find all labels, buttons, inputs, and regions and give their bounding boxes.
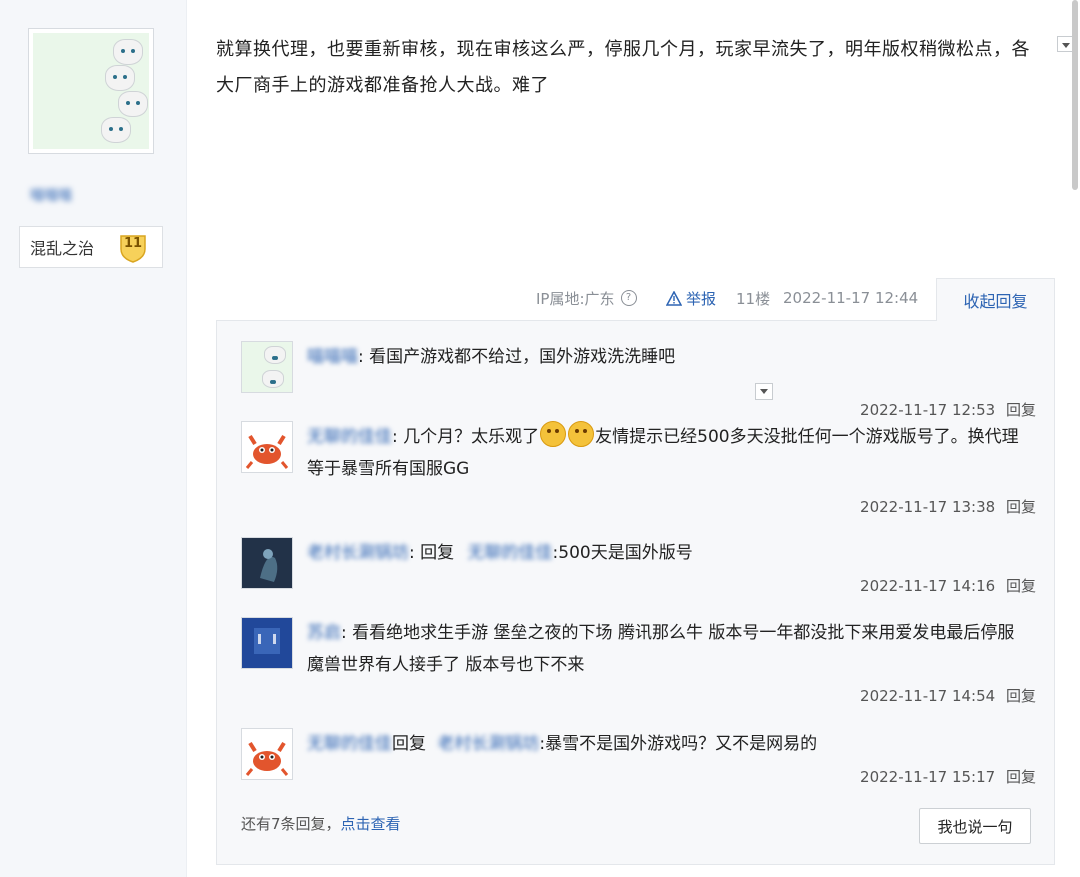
post-content: 就算换代理，也要重新审核，现在审核这么严，停服几个月，玩家早流失了，明年版权稍微…	[216, 39, 1030, 96]
report-link[interactable]: 举报	[666, 286, 716, 310]
more-replies: 还有7条回复，点击查看	[241, 813, 401, 834]
crab-avatar[interactable]	[241, 728, 293, 780]
page-scrollbar[interactable]	[1072, 0, 1078, 190]
cat-avatar-image	[33, 33, 149, 149]
more-replies-count: 还有7条回复，	[241, 815, 341, 833]
avatar[interactable]	[241, 537, 293, 589]
reply-username[interactable]: 老村长涮锅坊	[307, 537, 409, 569]
reply-time: 2022-11-17 14:16	[860, 577, 996, 595]
reply-button[interactable]: 回复	[1006, 577, 1036, 595]
author-sidebar: 喵喵喵 混乱之治 11	[0, 0, 187, 877]
list-item: 无聊的佳佳回复 老村长涮锅坊:暴雪不是国外游戏吗？又不是网易的 2022-11-…	[241, 728, 1036, 798]
reply-target-username[interactable]: 老村长涮锅坊	[437, 728, 539, 760]
dark-scene-avatar-icon	[242, 538, 292, 588]
reply-footer: 2022-11-17 12:53 回复	[860, 399, 1036, 420]
reply-button[interactable]: 回复	[1006, 768, 1036, 786]
warning-icon	[666, 290, 682, 306]
level-number: 11	[123, 236, 143, 251]
reply-username[interactable]: 喵喵喵	[307, 341, 358, 373]
list-item: 喵喵喵: 看国产游戏都不给过，国外游戏洗洗睡吧 2022-11-17 12:53…	[241, 341, 1036, 419]
reply-button[interactable]: 回复	[1006, 401, 1036, 419]
reply-list: 喵喵喵: 看国产游戏都不给过，国外游戏洗洗睡吧 2022-11-17 12:53…	[216, 320, 1055, 865]
reply-footer: 2022-11-17 15:17 回复	[860, 766, 1036, 787]
collapse-replies-button[interactable]: 收起回复	[936, 278, 1055, 321]
reply-text: : 看看绝地求生手游 堡垒之夜的下场 腾讯那么牛 版本号一年都没批下来用爱发电最…	[307, 623, 1015, 675]
reply-footer: 2022-11-17 13:38 回复	[860, 496, 1036, 517]
blue-avatar-icon	[242, 618, 292, 668]
avatar[interactable]	[241, 341, 293, 393]
avatar[interactable]	[241, 617, 293, 669]
reply-time: 2022-11-17 15:17	[860, 768, 996, 786]
reply-text: :500天是国外版号	[552, 543, 693, 563]
reply-prefix: : 回复	[409, 543, 455, 563]
add-reply-button[interactable]: 我也说一句	[919, 808, 1031, 844]
reply-menu-chevron-icon[interactable]	[755, 383, 773, 400]
author-avatar[interactable]	[28, 28, 154, 154]
surprised-emoji-icon	[540, 421, 567, 447]
reply-username[interactable]: 苏启	[307, 617, 341, 649]
crab-avatar[interactable]	[241, 421, 293, 473]
reply-button[interactable]: 回复	[1006, 498, 1036, 516]
reply-button[interactable]: 回复	[1006, 687, 1036, 705]
list-item: 老村长涮锅坊: 回复 无聊的佳佳:500天是国外版号 2022-11-17 14…	[241, 537, 1036, 607]
help-question-icon[interactable]: ?	[620, 290, 637, 306]
rank-title: 混乱之治	[30, 239, 95, 258]
reply-time: 2022-11-17 14:54	[860, 687, 996, 705]
reply-username[interactable]: 无聊的佳佳	[307, 728, 392, 760]
report-label: 举报	[686, 289, 717, 308]
list-item: 无聊的佳佳: 几个月？太乐观了 友情提示已经500多天没批任何一个游戏版号了。换代…	[241, 421, 1036, 521]
author-name[interactable]: 喵喵喵	[30, 185, 156, 207]
reply-time: 2022-11-17 12:53	[860, 401, 996, 419]
reply-username[interactable]: 无聊的佳佳	[307, 421, 392, 453]
reply-prefix: 回复	[392, 734, 426, 754]
reply-footer: 2022-11-17 14:16 回复	[860, 575, 1036, 596]
reply-text: :暴雪不是国外游戏吗？又不是网易的	[539, 734, 818, 754]
author-level-box[interactable]: 混乱之治 11	[19, 226, 163, 268]
reply-text-part1: : 几个月？太乐观了	[392, 427, 540, 447]
post-time: 2022-11-17 12:44	[783, 289, 919, 307]
crab-icon	[245, 434, 289, 469]
crab-icon	[245, 741, 289, 776]
ip-location: IP属地:广东 ?	[536, 286, 637, 310]
reply-time: 2022-11-17 13:38	[860, 498, 996, 516]
reply-text: : 看国产游戏都不给过，国外游戏洗洗睡吧	[358, 347, 676, 367]
reply-target-username[interactable]: 无聊的佳佳	[468, 537, 553, 569]
ip-label: IP属地:广东	[536, 289, 615, 308]
floor-number: 11楼	[736, 289, 771, 308]
level-badge-icon: 11	[118, 233, 148, 263]
reply-footer: 2022-11-17 14:54 回复	[860, 685, 1036, 706]
list-item: 苏启: 看看绝地求生手游 堡垒之夜的下场 腾讯那么牛 版本号一年都没批下来用爱发…	[241, 617, 1036, 717]
view-more-replies-link[interactable]: 点击查看	[341, 815, 401, 833]
surprised-emoji-icon	[568, 421, 595, 447]
